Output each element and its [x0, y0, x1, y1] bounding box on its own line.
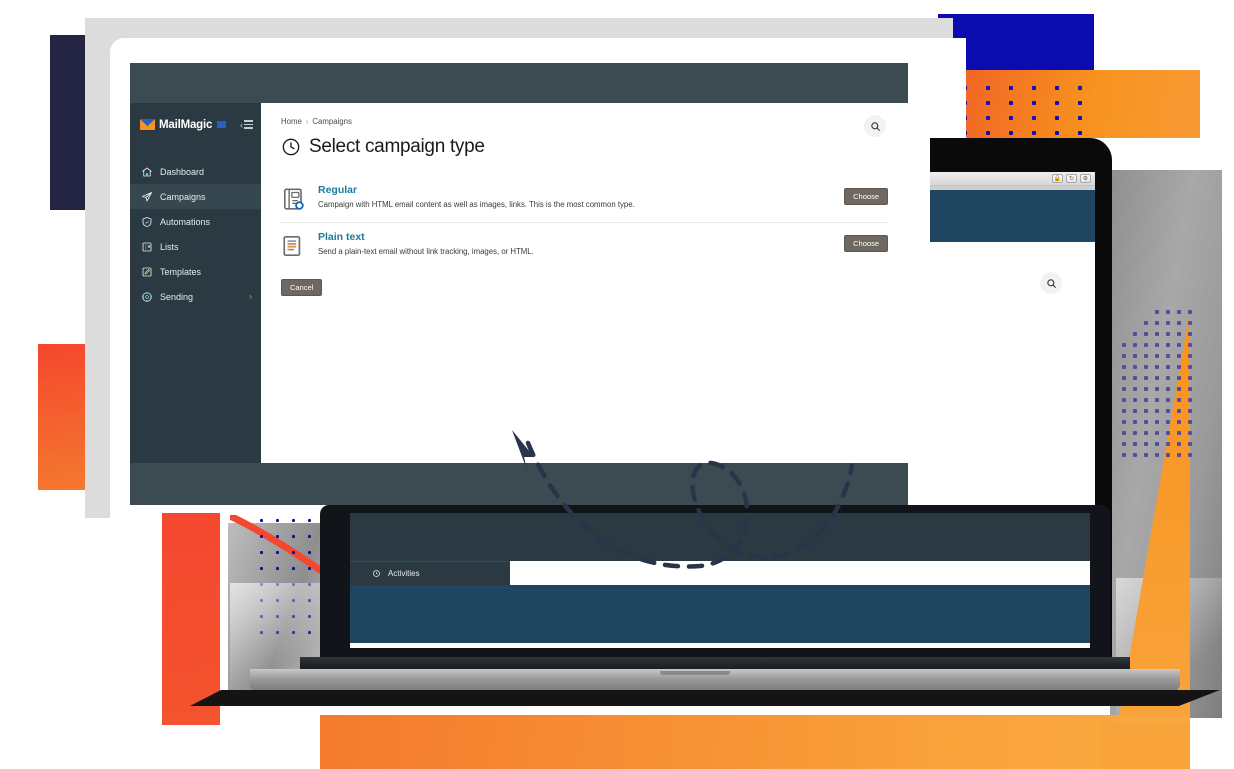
search-button[interactable] [1040, 272, 1062, 294]
laptop-app-panel [350, 585, 1090, 643]
breadcrumb-separator: › [305, 117, 309, 126]
clock-icon [282, 138, 300, 156]
brand-logo[interactable]: MailMagic ‹ [130, 103, 261, 146]
main-content: Home › Campaigns Select campaign type Re… [261, 103, 908, 505]
campaign-type-text: Plain text Send a plain-text email withou… [318, 231, 833, 257]
choose-button[interactable]: Choose [844, 188, 888, 205]
sidebar-item-label: Campaigns [160, 191, 206, 202]
campaign-type-text: Regular Campaign with HTML email content … [318, 184, 833, 210]
campaign-type-title[interactable]: Plain text [318, 231, 819, 243]
brand-badge [217, 121, 227, 128]
decor-dot-grid-purple [1122, 310, 1200, 460]
breadcrumb-item-campaigns[interactable]: Campaigns [312, 117, 351, 126]
campaign-type-row: Plain text Send a plain-text email withou… [281, 222, 888, 269]
sidebar-collapse-button[interactable]: ‹ [240, 120, 253, 130]
search-icon [1046, 278, 1056, 288]
sidebar-item-dashboard[interactable]: Dashboard [130, 159, 261, 184]
decor-dot-grid-orange [940, 86, 1120, 136]
breadcrumb: Home › Campaigns [281, 117, 888, 126]
sidebar-item-activities[interactable]: Activities [350, 561, 510, 585]
sidebar-nav: Dashboard Campaigns Automations Lists Templa… [130, 159, 261, 479]
laptop-app-topbar [350, 513, 1090, 561]
campaign-type-title[interactable]: Regular [318, 184, 819, 196]
clock-history-icon [373, 570, 380, 577]
page-title: Select campaign type [309, 136, 485, 157]
refresh-icon[interactable]: ↻ [1066, 174, 1077, 183]
home-icon [142, 167, 152, 176]
pencil-square-icon [142, 267, 152, 276]
sidebar-item-automations[interactable]: Automations [130, 209, 261, 234]
main-app-window: MailMagic ‹ Dashboard Campaigns Automation… [130, 63, 908, 505]
browser-toolbar: 🔒 ↻ ⚙ [930, 172, 1095, 186]
page-title-row: Select campaign type [281, 136, 888, 158]
sidebar: MailMagic ‹ Dashboard Campaigns Automation… [130, 103, 261, 505]
campaign-type-row: Regular Campaign with HTML email content … [281, 176, 888, 222]
chevron-right-icon: › [249, 292, 252, 301]
brand-name: MailMagic [159, 118, 213, 131]
decor-orange-bar-bottom [320, 715, 1190, 769]
tablet-app-header [930, 190, 1095, 242]
sidebar-item-label: Lists [160, 241, 179, 252]
cancel-button[interactable]: Cancel [281, 279, 323, 296]
lock-icon[interactable]: 🔒 [1052, 174, 1063, 183]
campaign-type-description: Campaign with HTML email content as well… [318, 200, 635, 209]
app-body: MailMagic ‹ Dashboard Campaigns Automation… [130, 103, 908, 505]
sidebar-item-lists[interactable]: Lists [130, 234, 261, 259]
sidebar-item-campaigns[interactable]: Campaigns [130, 184, 261, 209]
external-link-icon [500, 569, 510, 578]
campaign-type-list: Regular Campaign with HTML email content … [281, 176, 888, 269]
sidebar-item-templates[interactable]: Templates [130, 259, 261, 284]
laptop-screen: Activities [350, 513, 1090, 648]
gear-icon[interactable]: ⚙ [1080, 174, 1091, 183]
laptop-shadow [190, 690, 1220, 706]
app-top-bar [130, 63, 908, 103]
gear-icon [142, 291, 152, 302]
chevron-left-icon: ‹ [240, 119, 243, 130]
sidebar-item-label: Activities [388, 569, 420, 578]
sidebar-item-label: Sending [160, 291, 194, 302]
campaign-type-description: Send a plain-text email without link tra… [318, 247, 534, 256]
poster-stage: MailMagic ‹ Dashboard Campaigns Automation… [0, 0, 1234, 769]
app-bottom-bar [130, 463, 908, 505]
search-button[interactable] [864, 115, 886, 137]
plain-text-document-icon [283, 235, 301, 257]
shield-check-icon [142, 216, 152, 227]
decor-orange-block-bottom-right [1100, 722, 1190, 769]
sidebar-item-label: Automations [160, 216, 211, 227]
sidebar-item-sending[interactable]: Sending › [130, 284, 261, 309]
breadcrumb-item-home[interactable]: Home [281, 117, 302, 126]
hamburger-icon [244, 120, 253, 129]
html-document-icon [283, 188, 304, 210]
sidebar-item-label: Dashboard [160, 166, 205, 177]
sidebar-item-label: Templates [160, 266, 202, 277]
laptop-base-notch [660, 671, 730, 675]
list-grid-icon [142, 242, 152, 251]
paper-plane-icon [142, 191, 152, 201]
search-icon [870, 121, 880, 131]
envelope-icon [140, 119, 155, 130]
laptop-app-strip [350, 643, 1090, 648]
choose-button[interactable]: Choose [844, 235, 888, 252]
